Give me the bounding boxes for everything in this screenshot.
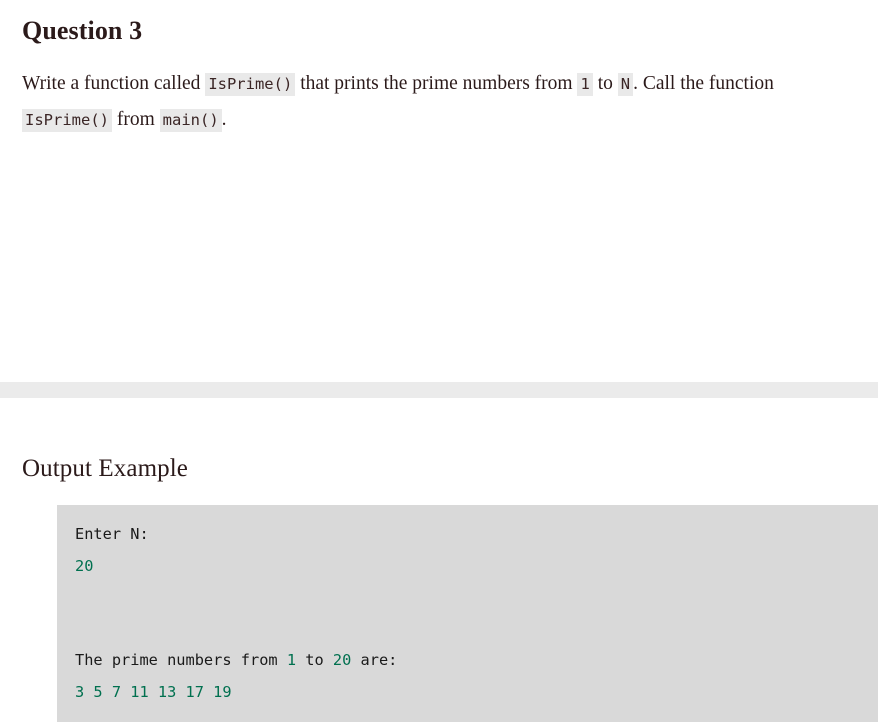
question-text-part6: .: [221, 108, 227, 130]
output-line: Enter N:: [75, 519, 878, 551]
question-text-part5: from: [112, 108, 160, 130]
question-text-part4: . Call the function: [633, 72, 774, 94]
inline-code-n: N: [617, 72, 634, 96]
output-value: 3 5 7 11 13 17 19: [75, 682, 232, 701]
output-text: The prime numbers from: [75, 651, 287, 669]
question-text-part1: Write a function called: [22, 72, 206, 94]
question-section: Question 3 Write a function called IsPri…: [0, 0, 878, 382]
question-text-part2: that prints the prime numbers from: [295, 72, 578, 94]
question-body-text: Write a function called IsPrime() that p…: [22, 46, 856, 138]
page-root: Question 3 Write a function called IsPri…: [0, 0, 878, 722]
output-text: to: [296, 651, 333, 669]
output-text: Enter N:: [75, 525, 149, 543]
output-line: The prime numbers from 1 to 20 are:: [75, 645, 878, 677]
output-example-section: Output Example Enter N: 20 The prime numb…: [0, 398, 878, 722]
inline-code-isprime-2: IsPrime(): [22, 108, 112, 132]
output-example-code-block: Enter N: 20 The prime numbers from 1 to 2…: [57, 505, 878, 722]
page-title: Question 3: [22, 16, 143, 45]
output-value: 20: [75, 556, 94, 575]
inline-code-isprime-1: IsPrime(): [205, 72, 296, 96]
output-value: 20: [332, 651, 352, 669]
output-text: are:: [351, 651, 398, 669]
output-value: 1: [286, 651, 297, 669]
question-text-part3: to: [592, 72, 618, 94]
inline-code-main: main(): [159, 108, 222, 132]
inline-code-one: 1: [577, 72, 593, 96]
section-separator-band: [0, 382, 878, 398]
output-line: 20: [75, 551, 878, 583]
output-line: 3 5 7 11 13 17 19: [75, 677, 878, 709]
output-example-title: Output Example: [22, 455, 188, 482]
